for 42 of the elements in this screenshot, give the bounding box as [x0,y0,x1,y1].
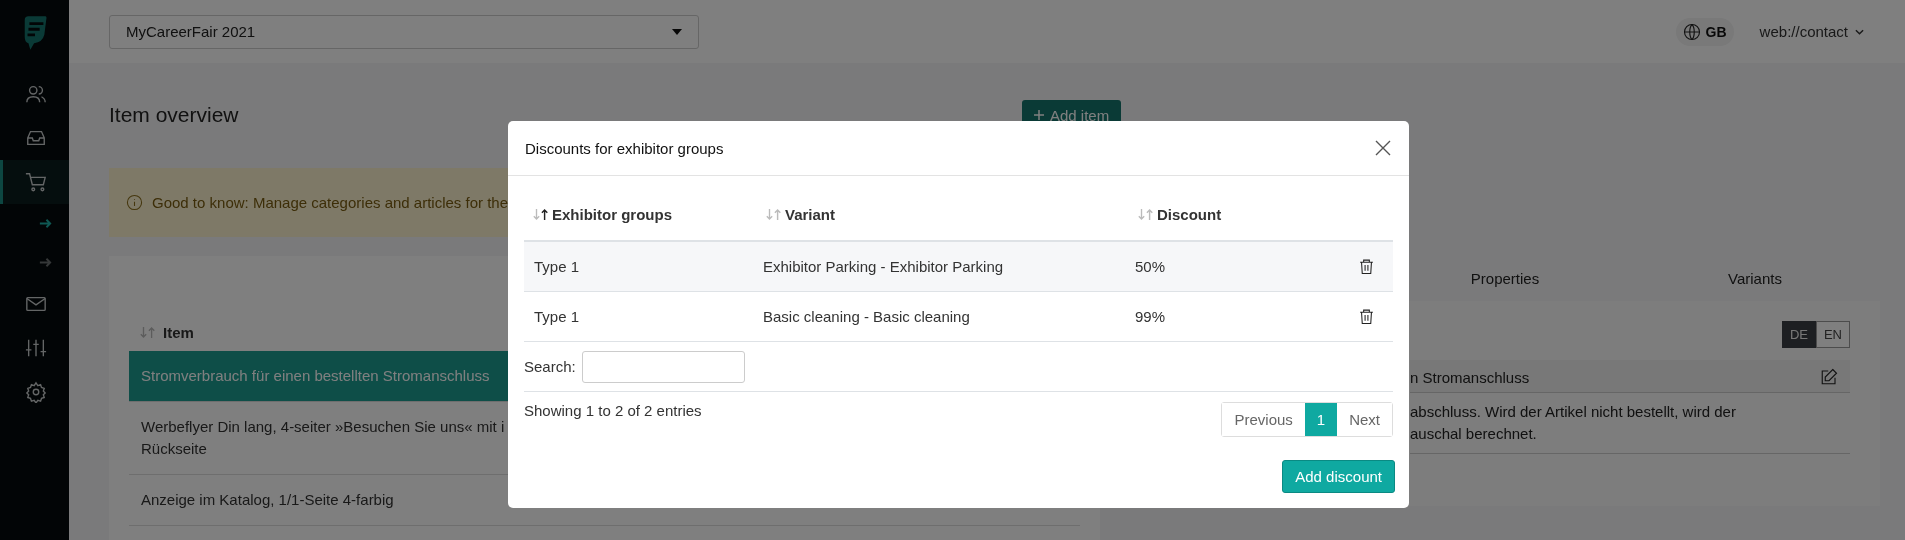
pagination-button[interactable]: 1 [1304,403,1338,436]
table-cell-text: Type 1 [534,258,581,275]
users-icon [25,83,47,105]
tab[interactable]: Properties [1380,269,1630,288]
edit-icon[interactable] [1820,368,1838,386]
notice-text: Good to know: Manage categories and articles for the [152,194,509,211]
description-text: abschluss. Wird der Artikel nicht bestellt, wird der [1410,402,1737,422]
sliders-icon [25,337,47,359]
cart-icon [25,171,47,193]
column-header[interactable]: Variant [765,205,1137,223]
trash-icon[interactable] [1358,258,1375,275]
table-cell-text: Exhibitor Parking - Exhibitor Parking [763,258,1005,275]
dialog-title: Discounts for exhibitor groups [525,139,724,157]
description-text: auschal berechnet. [1410,424,1538,444]
search-field[interactable] [581,350,745,383]
column-header[interactable]: Discount [1137,205,1383,223]
page-title: Item overview [109,103,240,127]
sort-icon [139,326,157,339]
table-cell-text: Basic cleaning - Basic cleaning [763,308,971,325]
column-header: Item [163,324,194,341]
table-cell-text: Type 1 [534,308,581,325]
event-select[interactable]: MyCareerFair 2021 [109,14,699,49]
close-icon[interactable] [1375,140,1391,156]
table-cell-text: 50% [1135,258,1167,275]
language-toggle[interactable]: DE [1781,321,1816,348]
table-cell-text: 99% [1135,308,1167,325]
globe-icon [1682,22,1701,41]
item-name: n Stromanschluss [1410,368,1530,386]
search-label: Search: [524,358,576,375]
entries-info: Showing 1 to 2 of 2 entries [524,402,702,419]
tab[interactable]: Variants [1630,269,1880,288]
add-discount-button[interactable]: Add discount [1282,460,1395,493]
sidebar-item[interactable] [0,160,69,204]
account-menu[interactable]: web://contact [1753,22,1870,41]
language-button[interactable]: GB [1675,17,1734,46]
chevron-icon [1855,28,1864,35]
trash-icon[interactable] [1358,308,1375,325]
caret-icon [672,28,682,35]
language-toggle[interactable]: EN [1815,321,1850,348]
column-header[interactable]: Exhibitor groups [532,205,765,223]
settings-icon [25,381,47,403]
info-icon [126,194,143,211]
